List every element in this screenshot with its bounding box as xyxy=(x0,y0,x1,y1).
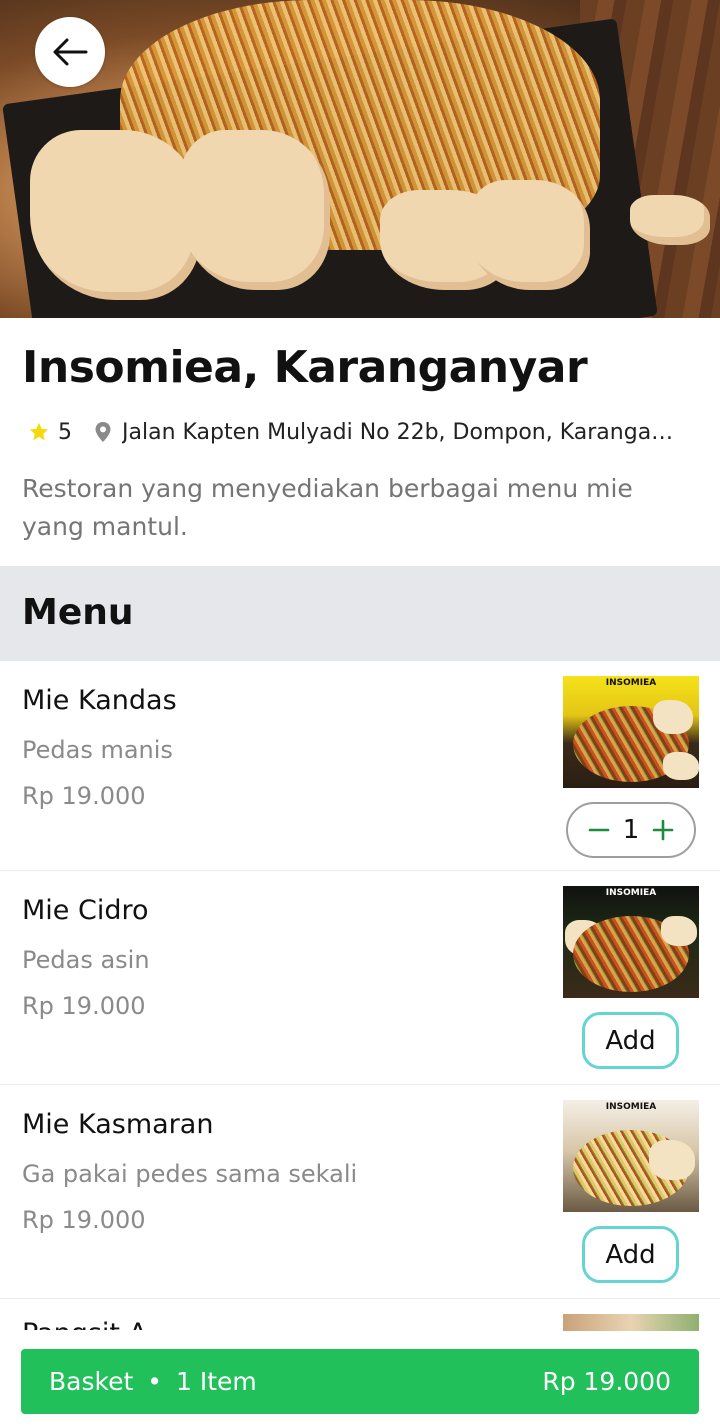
add-to-basket-button[interactable]: Add xyxy=(582,1226,679,1283)
restaurant-name: Insomiea, Karanganyar xyxy=(22,342,588,393)
menu-item-description: Ga pakai pedes sama sekali xyxy=(22,1160,358,1188)
menu-item-image-cracker xyxy=(653,700,693,734)
star-icon xyxy=(28,421,50,443)
basket-total: Rp 19.000 xyxy=(542,1367,671,1396)
menu-item-image-brand: INSOMIEA xyxy=(605,678,657,688)
menu-item-price: Rp 19.000 xyxy=(22,992,146,1020)
menu-item-image xyxy=(563,1314,699,1331)
menu-item-name: Mie Cidro xyxy=(22,895,149,926)
menu-item-image: INSOMIEA xyxy=(563,1100,699,1212)
menu-item[interactable]: Mie Cidro Pedas asin Rp 19.000 INSOMIEA … xyxy=(0,871,720,1085)
map-pin-icon xyxy=(94,421,112,443)
menu-item-image: INSOMIEA xyxy=(563,676,699,788)
arrow-left-icon xyxy=(53,38,88,66)
menu-item-image-cracker xyxy=(661,916,697,946)
menu-item-image-cracker xyxy=(649,1140,695,1180)
menu-item-price: Rp 19.000 xyxy=(22,1206,146,1234)
quantity-stepper[interactable]: 1 xyxy=(566,802,696,858)
menu-item-description: Pedas manis xyxy=(22,736,173,764)
menu-item-name: Pangsit A xyxy=(22,1318,147,1330)
menu-item-name: Mie Kandas xyxy=(22,685,177,716)
basket-separator: • xyxy=(147,1367,163,1396)
restaurant-meta: 5 Jalan Kapten Mulyadi No 22b, Dompon, K… xyxy=(28,415,708,449)
quantity-value: 1 xyxy=(622,815,640,845)
menu-item-name: Mie Kasmaran xyxy=(22,1109,214,1140)
add-to-basket-button[interactable]: Add xyxy=(582,1012,679,1069)
menu-item-price: Rp 19.000 xyxy=(22,782,146,810)
minus-icon[interactable] xyxy=(588,819,610,841)
basket-label: Basket xyxy=(49,1367,134,1396)
restaurant-description: Restoran yang menyediakan berbagai menu … xyxy=(22,474,633,541)
menu-item-image-brand: INSOMIEA xyxy=(605,888,657,898)
menu-title: Menu xyxy=(22,592,134,633)
menu-item-image: INSOMIEA xyxy=(563,886,699,998)
basket-item-count: 1 Item xyxy=(176,1367,257,1396)
menu-item-image-cracker xyxy=(663,752,699,780)
hero-cracker xyxy=(470,180,590,290)
menu-section-header: Menu xyxy=(0,566,720,661)
menu-item-description: Pedas asin xyxy=(22,946,150,974)
basket-summary: Basket • 1 Item xyxy=(49,1367,257,1396)
rating-value: 5 xyxy=(58,419,72,445)
hero-cracker xyxy=(180,130,330,290)
basket-button[interactable]: Basket • 1 Item Rp 19.000 xyxy=(21,1349,699,1414)
plus-icon[interactable] xyxy=(652,819,674,841)
restaurant-hero-image xyxy=(0,0,720,318)
menu-item-image-brand: INSOMIEA xyxy=(605,1102,657,1112)
hero-cracker xyxy=(630,195,710,245)
back-button[interactable] xyxy=(35,17,105,87)
restaurant-address: Jalan Kapten Mulyadi No 22b, Dompon, Kar… xyxy=(122,419,682,445)
menu-item[interactable]: Mie Kandas Pedas manis Rp 19.000 INSOMIE… xyxy=(0,661,720,871)
menu-item[interactable]: Mie Kasmaran Ga pakai pedes sama sekali … xyxy=(0,1085,720,1299)
hero-cracker xyxy=(30,130,200,300)
